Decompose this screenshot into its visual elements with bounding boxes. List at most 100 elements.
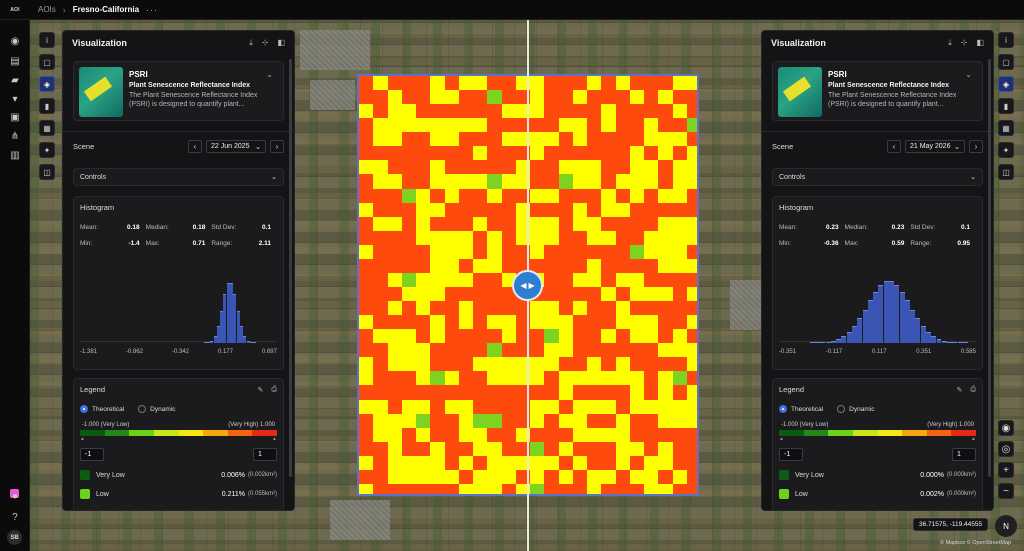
layers-icon[interactable]: ◈ — [998, 76, 1014, 92]
image-icon[interactable]: ▢ — [39, 54, 55, 70]
info-icon[interactable]: i — [39, 32, 55, 48]
ramp-handle-min[interactable]: ▲ — [80, 436, 85, 442]
raster-cell — [686, 230, 697, 246]
stat-item: Range: 2.11 — [211, 240, 271, 247]
map-icon[interactable]: ▦ — [998, 120, 1014, 136]
next-scene-button[interactable]: › — [270, 140, 284, 153]
scene-date-select[interactable]: 22 Jun 2025 ⌄ — [206, 140, 266, 153]
urban-area — [300, 30, 370, 70]
dock-icon[interactable]: ◧ — [976, 38, 984, 48]
raster-cell — [629, 287, 645, 302]
more-options-icon[interactable]: ··· — [146, 5, 158, 15]
edit-icon[interactable]: ✎ — [258, 386, 264, 394]
next-scene-button[interactable]: › — [969, 140, 983, 153]
map-icon[interactable]: ▦ — [39, 120, 55, 136]
sparkle-icon[interactable]: ✦ — [39, 142, 55, 158]
edit-icon[interactable]: ✎ — [957, 386, 963, 394]
image-icon[interactable]: ▢ — [998, 54, 1014, 70]
ramp-high-label: (Very High) 1.000 — [228, 422, 275, 428]
min-value-input[interactable]: -1 — [80, 448, 104, 461]
network-icon[interactable]: ⋔ — [8, 129, 22, 143]
help-icon[interactable]: ? — [8, 510, 22, 524]
histogram-bar — [883, 281, 889, 343]
prev-scene-button[interactable]: ‹ — [188, 140, 202, 153]
sparkle-icon[interactable]: ✦ — [998, 142, 1014, 158]
prev-scene-button[interactable]: ‹ — [887, 140, 901, 153]
split-view-icon[interactable]: ◫ — [998, 164, 1014, 180]
controls-accordion[interactable]: Controls ⌄ — [73, 168, 284, 186]
compass-icon[interactable]: ◉ — [8, 34, 22, 48]
scene-date-select[interactable]: 21 May 2026 ⌄ — [905, 140, 965, 153]
zoom-out-button[interactable]: − — [998, 483, 1014, 499]
min-value-input[interactable]: -1 — [779, 448, 803, 461]
database-icon[interactable]: ▤ — [8, 54, 22, 68]
radio-dynamic[interactable]: Dynamic — [837, 405, 874, 413]
raster-cell — [572, 343, 588, 358]
raster-cell — [558, 272, 574, 288]
chevron-down-icon[interactable]: ⌄ — [965, 70, 972, 79]
raster-cell — [387, 469, 403, 485]
ramp-handle-max[interactable]: ▲ — [971, 436, 976, 442]
class-swatch — [779, 489, 789, 499]
raster-cell — [401, 90, 417, 105]
chart-icon[interactable]: ▮ — [39, 98, 55, 114]
avatar[interactable]: SB — [7, 530, 22, 545]
compass-north-button[interactable]: N — [995, 515, 1017, 537]
raster-cell — [601, 174, 616, 190]
raster-cell — [530, 188, 545, 204]
ramp-handle-min[interactable]: ▲ — [779, 436, 784, 442]
info-icon[interactable]: i — [998, 32, 1014, 48]
radio-theoretical[interactable]: Theoretical — [779, 405, 823, 413]
ramp-handle-max[interactable]: ▲ — [272, 436, 277, 442]
layers-icon[interactable]: ◈ — [39, 76, 55, 92]
export-icon[interactable]: ⎙ — [271, 386, 277, 394]
chevron-down-icon[interactable]: ⌄ — [266, 70, 273, 79]
max-value-input[interactable]: 1 — [952, 448, 976, 461]
max-value-input[interactable]: 1 — [253, 448, 277, 461]
raster-cell — [686, 413, 697, 429]
radio-theoretical[interactable]: Theoretical — [80, 405, 124, 413]
raster-cell — [373, 258, 388, 274]
download-icon[interactable]: ⤓ — [249, 38, 253, 48]
raster-cell — [444, 258, 460, 274]
notifications-icon[interactable]: ● — [8, 489, 22, 503]
panel-scrollbar[interactable] — [988, 59, 991, 477]
raster-cell — [387, 483, 403, 494]
raster-cell — [672, 202, 688, 218]
histogram-bar — [962, 342, 968, 343]
split-view-icon[interactable]: ◫ — [39, 164, 55, 180]
raster-cell — [672, 287, 688, 302]
brand-logo[interactable]: AOI — [0, 0, 30, 20]
radio-dynamic[interactable]: Dynamic — [138, 405, 175, 413]
collapse-icon[interactable]: ⊹ — [262, 38, 269, 48]
panel-scrollbar[interactable] — [289, 59, 292, 477]
raster-cell — [401, 104, 417, 119]
raster-cell — [387, 455, 403, 471]
raster-cell — [401, 357, 417, 372]
camera-icon[interactable]: ◉ — [998, 420, 1014, 436]
controls-accordion[interactable]: Controls ⌄ — [772, 168, 983, 186]
compare-swipe-handle[interactable]: ◀ ▶ — [512, 270, 543, 301]
index-selector[interactable]: PSRI Plant Senescence Reflectance Index … — [73, 61, 284, 121]
globe-icon[interactable]: ◎ — [998, 441, 1014, 457]
building-icon[interactable]: ▥ — [8, 148, 22, 162]
raster-cell — [430, 160, 445, 175]
breadcrumb-aois[interactable]: AOIs — [38, 5, 56, 14]
raster-cell — [572, 455, 588, 471]
map-attribution[interactable]: © Mapbox © OpenStreetMap — [940, 540, 1011, 546]
export-icon[interactable]: ⎙ — [970, 386, 976, 394]
index-selector[interactable]: PSRI Plant Senescence Reflectance Index … — [772, 61, 983, 121]
map-icon[interactable]: ▣ — [8, 110, 22, 124]
raster-cell — [359, 455, 374, 471]
raster-cell — [501, 230, 517, 246]
chart-icon[interactable]: ▮ — [998, 98, 1014, 114]
dock-icon[interactable]: ◧ — [277, 38, 285, 48]
raster-cell — [487, 413, 502, 429]
zoom-in-button[interactable]: + — [998, 462, 1014, 478]
raster-cell — [658, 371, 673, 386]
cart-icon[interactable]: ▾ — [8, 92, 22, 106]
download-icon[interactable]: ⤓ — [948, 38, 952, 48]
truck-icon[interactable]: ▰ — [8, 73, 22, 87]
collapse-icon[interactable]: ⊹ — [961, 38, 968, 48]
histogram-tick-label: -0.351 — [779, 349, 797, 355]
